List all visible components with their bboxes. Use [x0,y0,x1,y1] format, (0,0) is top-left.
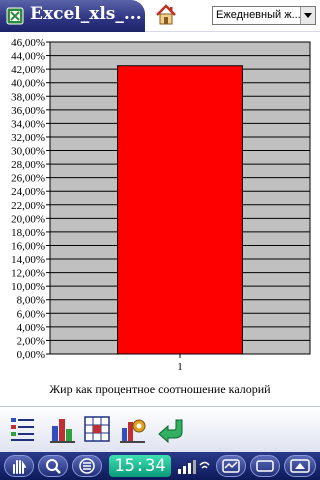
y-tick-label: 10,00% [11,281,45,293]
y-tick-label: 40,00% [11,78,45,90]
excel-app-icon [6,7,24,25]
y-tick-label: 32,00% [11,132,45,144]
y-tick-label: 46,00% [11,37,45,49]
settings-chart-icon[interactable] [118,414,148,444]
wave-glyph-icon [222,459,240,473]
y-tick-label: 2,00% [17,335,45,347]
y-tick-label: 24,00% [11,186,45,198]
chart-area: 46,00% 44,00% 42,00% 40,00% 38,00% 36,00% 34,0… [0,32,320,402]
clock: 15:34 [109,455,171,477]
y-tick-label: 8,00% [17,295,45,307]
bar-chart: 46,00% 44,00%42,00% 40,00%38,00% 36,00%34,0… [11,37,311,373]
y-tick-label: 0,00% [17,349,45,361]
back-arrow-icon[interactable] [156,414,186,444]
signal-icon[interactable] [176,457,210,475]
triangle-glyph-icon [290,459,310,473]
y-tick-label: 14,00% [11,254,45,266]
chart-x-label: Жир как процентное соотношение калорий [49,382,271,396]
y-tick-label: 44,00% [11,51,45,63]
y-tick-label: 18,00% [11,227,45,239]
system-taskbar: 15:34 [0,452,320,480]
app-title: Excel_xls_... [30,4,142,24]
y-tick-label: 20,00% [11,213,45,225]
y-tick-label: 42,00% [11,64,45,76]
y-tick-label: 6,00% [17,308,45,320]
view-select[interactable]: Ежедневный ж... [212,6,316,25]
y-tick-label: 26,00% [11,173,45,185]
y-tick-label: 38,00% [11,91,45,103]
list-icon[interactable] [8,414,38,444]
title-bar: Excel_xls_... Ежедневный ж... [0,0,320,32]
magnifier-glyph-icon [46,459,61,474]
bar-chart-icon[interactable] [48,414,78,444]
y-tick-label: 4,00% [17,322,45,334]
hand-glyph-icon [13,460,26,474]
y-tick-label: 30,00% [11,146,45,158]
up-arrow-icon[interactable] [284,455,316,477]
window-switch-icon[interactable] [216,455,246,477]
y-tick-label: 12,00% [11,268,45,280]
app-title-tab[interactable]: Excel_xls_... [0,0,145,32]
bottom-toolbar [0,406,320,452]
keyboard-icon[interactable] [250,455,280,477]
search-icon[interactable] [38,455,68,477]
menu-icon[interactable] [72,455,102,477]
y-tick-label: 22,00% [11,200,45,212]
x-tick-label: 1 [177,361,183,373]
chevron-down-icon[interactable] [300,7,315,24]
hand-icon[interactable] [4,455,34,477]
home-icon[interactable] [154,3,178,27]
grid-icon[interactable] [82,414,112,444]
y-tick-label: 36,00% [11,105,45,117]
y-tick-label: 28,00% [11,159,45,171]
view-select-value: Ежедневный ж... [216,9,301,21]
y-tick-label: 34,00% [11,118,45,130]
y-tick-label: 16,00% [11,240,45,252]
menu-glyph-icon [79,458,95,474]
bar [117,65,243,355]
screen-glyph-icon [256,460,274,472]
